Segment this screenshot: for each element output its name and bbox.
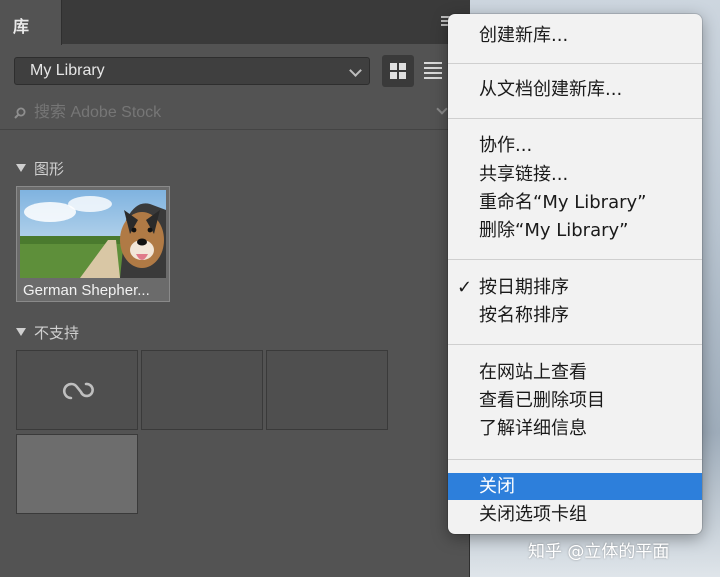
watermark: 知乎 @立体的平面	[528, 542, 670, 562]
menu-item-label: 按日期排序	[479, 277, 569, 298]
menu-item-create-from-document[interactable]: 从文档创建新库...	[448, 76, 702, 103]
disclosure-triangle-icon	[16, 164, 26, 172]
section-unsupported-header[interactable]: 不支持	[16, 322, 79, 343]
menu-item-view-on-website[interactable]: 在网站上查看	[448, 359, 702, 386]
asset-label: German Shepher...	[23, 282, 150, 299]
section-graphics-header[interactable]: 图形	[16, 158, 64, 179]
creative-cloud-icon	[62, 382, 94, 400]
dog-photo-thumbnail	[20, 190, 166, 278]
library-asset-card[interactable]: German Shepher...	[16, 186, 170, 302]
menu-separator	[448, 459, 702, 460]
unsupported-item-tile[interactable]	[266, 350, 388, 430]
library-dropdown-value: My Library	[30, 62, 105, 79]
unsupported-item-tile[interactable]	[16, 350, 138, 430]
grid-view-button[interactable]	[382, 55, 414, 87]
menu-item-sort-by-date[interactable]: ✓ 按日期排序	[448, 274, 702, 301]
menu-separator	[448, 259, 702, 260]
chevron-down-icon	[349, 64, 362, 77]
tab-library[interactable]: 库	[0, 0, 62, 45]
library-dropdown[interactable]: My Library	[14, 57, 370, 85]
search-input[interactable]	[34, 102, 414, 124]
stock-search-bar	[0, 96, 470, 130]
panel-context-menu: 创建新库... 从文档创建新库... 协作... 共享链接... 重命名“My …	[448, 14, 702, 534]
menu-item-delete-library[interactable]: 删除“My Library”	[448, 217, 702, 244]
checkmark-icon: ✓	[457, 277, 473, 298]
menu-item-view-deleted-items[interactable]: 查看已删除项目	[448, 387, 702, 414]
section-unsupported-title: 不支持	[34, 325, 80, 342]
search-source-chevron-icon[interactable]	[436, 103, 448, 115]
disclosure-triangle-icon	[16, 328, 26, 336]
list-view-button[interactable]	[424, 62, 442, 80]
menu-item-create-library[interactable]: 创建新库...	[448, 22, 702, 49]
panel-tab-bar: 库	[0, 0, 470, 45]
unsupported-item-tile[interactable]	[16, 434, 138, 514]
search-icon	[14, 107, 26, 119]
menu-item-rename-library[interactable]: 重命名“My Library”	[448, 189, 702, 216]
menu-item-learn-more[interactable]: 了解详细信息	[448, 415, 702, 442]
menu-separator	[448, 118, 702, 119]
menu-item-sort-by-name[interactable]: 按名称排序	[448, 302, 702, 329]
section-graphics-title: 图形	[34, 161, 65, 178]
library-panel: 库 My Library 图形	[0, 0, 470, 577]
menu-separator	[448, 63, 702, 64]
menu-item-collaborate[interactable]: 协作...	[448, 132, 702, 159]
unsupported-item-tile[interactable]	[141, 350, 263, 430]
menu-separator	[448, 344, 702, 345]
menu-item-share-link[interactable]: 共享链接...	[448, 161, 702, 188]
menu-item-close[interactable]: 关闭	[448, 473, 702, 500]
menu-item-close-tab-group[interactable]: 关闭选项卡组	[448, 501, 702, 528]
